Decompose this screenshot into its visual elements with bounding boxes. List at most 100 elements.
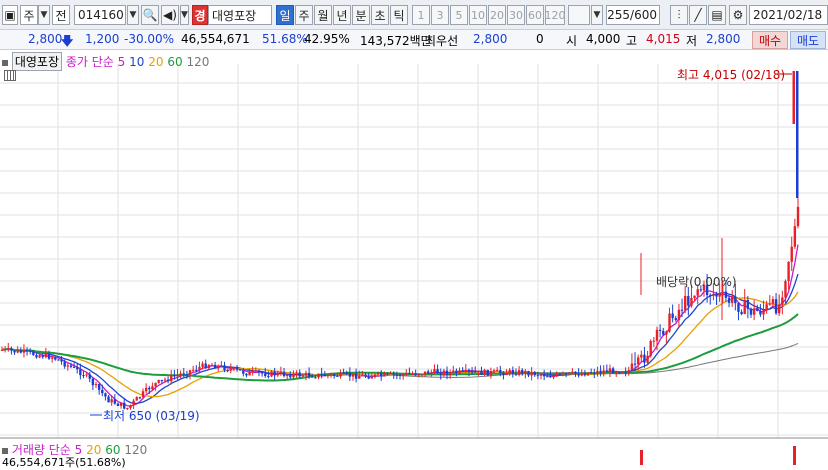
candle-body	[474, 371, 477, 373]
candle-body	[586, 372, 590, 376]
candle-body	[433, 369, 436, 373]
candle-body	[589, 372, 593, 374]
period-tab-month[interactable]: 월	[314, 5, 332, 25]
minute-button-30[interactable]: 30	[507, 5, 525, 25]
minute-button-5[interactable]: 5	[450, 5, 468, 25]
candle-body	[32, 351, 35, 356]
candle-body	[615, 372, 618, 374]
candle-body	[245, 373, 248, 376]
candle-body	[383, 373, 386, 377]
candle-body	[79, 369, 82, 376]
period-tab-minute[interactable]: 분	[352, 5, 370, 25]
speaker-icon[interactable]: ◀)	[161, 5, 179, 25]
candle-body	[511, 370, 515, 374]
quote-bar: 2,800 🡇 1,200 -30.00% 46,554,671 51.68% …	[0, 30, 828, 50]
candle-body	[781, 297, 784, 305]
zero-value: 0	[536, 32, 544, 46]
period-tab-second[interactable]: 초	[371, 5, 389, 25]
candle-body	[361, 374, 364, 377]
type-dropdown-icon[interactable]: ▼	[38, 5, 50, 25]
candle-body	[301, 375, 305, 377]
legend-stock-name[interactable]: 대영포장	[11, 52, 62, 71]
stock-code-input[interactable]: 014160	[74, 5, 126, 25]
custom-period-input[interactable]	[568, 5, 590, 25]
candle-body	[295, 372, 298, 374]
candle-body	[602, 370, 605, 373]
candle-body	[88, 374, 91, 379]
candle-body	[69, 365, 73, 367]
minute-button-3[interactable]: 3	[431, 5, 449, 25]
candle-body	[251, 370, 254, 372]
candle-body	[358, 376, 361, 379]
candle-body	[439, 373, 442, 375]
minute-button-1[interactable]: 1	[412, 5, 430, 25]
buy-button[interactable]: 매수	[752, 31, 788, 49]
candle-body	[636, 357, 640, 365]
candle-body	[552, 375, 555, 378]
candle-body	[379, 373, 383, 377]
candle-body	[38, 355, 41, 358]
candle-type-icon[interactable]: ⫶	[670, 5, 688, 25]
code-dropdown-icon[interactable]: ▼	[127, 5, 139, 25]
candle-body	[320, 373, 323, 375]
count-field[interactable]: 255/600	[606, 5, 660, 25]
custom-period-dropdown-icon[interactable]: ▼	[591, 5, 603, 25]
trendline-icon[interactable]: ╱	[689, 5, 707, 25]
candle-body	[398, 374, 402, 376]
data-table-icon[interactable]	[4, 70, 16, 81]
candle-body	[173, 375, 176, 377]
candle-body	[417, 374, 421, 376]
minute-button-10[interactable]: 10	[469, 5, 487, 25]
price-legend: 대영포장 종가 단순 5 10 20 60 120	[2, 52, 209, 71]
date-field[interactable]: 2021/02/18	[749, 5, 828, 25]
candle-body	[16, 350, 19, 353]
candle-body	[724, 291, 728, 298]
candle-body	[792, 71, 795, 124]
candle-body	[22, 349, 26, 353]
candle-body	[749, 308, 753, 315]
window-menu-icon[interactable]: ▣	[2, 5, 18, 25]
minute-button-120[interactable]: 120	[545, 5, 565, 25]
candle-body	[674, 318, 677, 320]
candle-body	[104, 393, 107, 397]
candle-body	[558, 373, 562, 375]
candle-body	[267, 375, 270, 377]
price-change: 1,200	[85, 32, 120, 46]
high-annotation: 최고 4,015 (02/18)	[677, 68, 785, 82]
candle-body	[345, 372, 348, 374]
period-tab-day[interactable]: 일	[276, 5, 294, 25]
type-select[interactable]: 주	[20, 5, 38, 25]
candle-body	[627, 370, 630, 373]
candle-body	[332, 374, 336, 376]
low-annotation: 최저 650 (03/19)	[103, 409, 200, 423]
candle-body	[677, 309, 681, 320]
candle-body	[223, 365, 226, 371]
period-tab-year[interactable]: 년	[333, 5, 351, 25]
market-select[interactable]: 전	[52, 5, 70, 25]
candle-body	[796, 71, 799, 198]
settings-gear-icon[interactable]: ⚙	[729, 5, 747, 25]
search-icon[interactable]: 🔍	[141, 5, 159, 25]
candle-body	[539, 374, 543, 376]
candle-body	[179, 373, 182, 375]
candle-body	[618, 372, 621, 374]
candle-body	[311, 376, 314, 378]
candle-body	[188, 370, 192, 375]
candle-body	[29, 350, 32, 352]
minute-button-60[interactable]: 60	[526, 5, 544, 25]
price-chart: 최고 4,015 (02/18) 최저 650 (03/19) 배당락(0.00%)	[0, 50, 828, 465]
candle-body	[226, 370, 229, 372]
legend-ma-5: 5	[117, 55, 126, 69]
dividend-annotation: 배당락(0.00%)	[656, 275, 737, 289]
speaker-dropdown-icon[interactable]: ▼	[180, 5, 189, 25]
candle-body	[680, 309, 684, 311]
candle-body	[113, 399, 117, 404]
period-tab-tick[interactable]: 틱	[390, 5, 408, 25]
candle-body	[768, 303, 771, 305]
sell-button[interactable]: 매도	[790, 31, 826, 49]
candle-body	[210, 364, 214, 366]
save-icon[interactable]: ▤	[708, 5, 726, 25]
period-tab-week[interactable]: 주	[295, 5, 313, 25]
candle-body	[157, 379, 160, 383]
minute-button-20[interactable]: 20	[488, 5, 506, 25]
